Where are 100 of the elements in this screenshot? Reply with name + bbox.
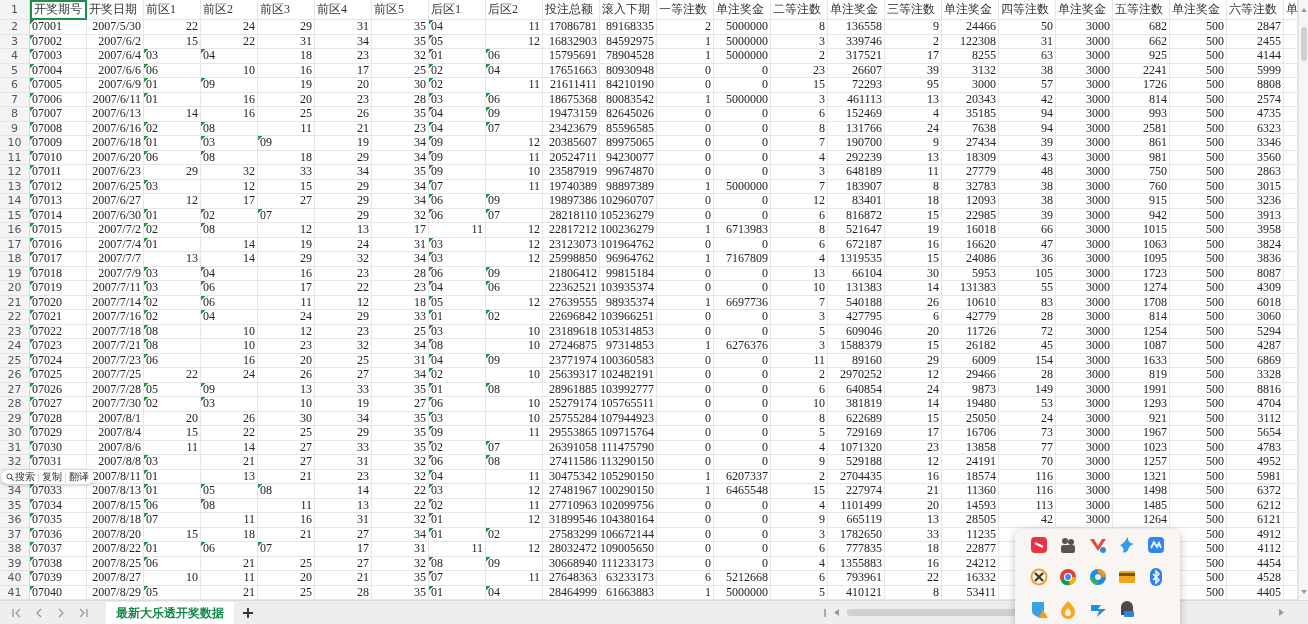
table-cell: 24	[999, 411, 1056, 426]
table-cell: 19	[258, 78, 315, 93]
table-cell: 3000	[1056, 266, 1113, 281]
table-cell: 05	[429, 295, 486, 310]
row-number: 1	[0, 0, 30, 20]
scroll-left-icon[interactable]	[834, 609, 839, 616]
splitter-handle[interactable]	[824, 608, 826, 617]
table-cell: 07037	[30, 542, 87, 557]
table-cell: 22985	[942, 208, 999, 223]
table-cell: 2241	[1113, 63, 1170, 78]
table-cell: 34	[372, 150, 429, 165]
row-number: 24	[0, 339, 30, 354]
scroll-down-icon[interactable]	[1301, 590, 1307, 594]
table-cell: 02	[201, 208, 258, 223]
table-cell: 38	[999, 179, 1056, 194]
wave-icon[interactable]	[1146, 535, 1166, 555]
ring-icon[interactable]	[1058, 567, 1079, 587]
table-cell: 100360583	[600, 353, 657, 368]
shield-warning-icon[interactable]	[1029, 599, 1049, 619]
scroll-up-icon[interactable]	[1301, 8, 1307, 12]
table-cell: 2007/6/30	[87, 208, 144, 223]
table-cell: 14	[315, 484, 372, 499]
first-sheet-icon[interactable]	[12, 607, 22, 618]
table-cell: 19	[315, 397, 372, 412]
table-cell: 640854	[828, 382, 885, 397]
table-cell: 2704435	[828, 469, 885, 484]
table-cell: 07	[258, 208, 315, 223]
table-cell: 32	[372, 469, 429, 484]
square-icon[interactable]	[1029, 535, 1049, 555]
table-cell: 08	[429, 339, 486, 354]
table-cell: 07017	[30, 252, 87, 267]
table-cell: 0	[714, 78, 771, 93]
table-cell: 1	[657, 179, 714, 194]
table-cell: 15	[144, 527, 201, 542]
table-cell: 12	[315, 295, 372, 310]
table-cell: 2007/7/21	[87, 339, 144, 354]
table-cell: 26	[258, 368, 315, 383]
table-cell: 03	[144, 49, 201, 64]
menu-item[interactable]: 复制	[38, 471, 65, 483]
table-cell: 1015	[1113, 223, 1170, 238]
add-sheet-icon[interactable]	[242, 606, 254, 619]
table-cell: 28505	[942, 513, 999, 528]
last-sheet-icon[interactable]	[78, 607, 88, 618]
menu-item[interactable]: 搜索	[3, 471, 38, 483]
swirl-icon[interactable]	[1087, 567, 1108, 587]
table-cell: 8	[771, 121, 828, 136]
row-number: 36	[0, 513, 30, 528]
table-cell: 540188	[828, 295, 885, 310]
table-cell: 10	[771, 397, 828, 412]
scrollbar-thumb[interactable]	[1301, 27, 1307, 61]
table-cell: 16	[258, 266, 315, 281]
table-cell: 3000	[1056, 455, 1113, 470]
table-cell: 38	[999, 194, 1056, 209]
table-cell: 2007/6/18	[87, 136, 144, 151]
table-cell: 4912	[1227, 527, 1284, 542]
table-cell: 10	[486, 339, 543, 354]
table-cell: 02	[486, 310, 543, 325]
table-cell: 6009	[942, 353, 999, 368]
table-cell: 500	[1170, 455, 1227, 470]
table-cell: 2007/6/20	[87, 150, 144, 165]
table-cell: 21	[315, 571, 372, 586]
table-cell: 21	[258, 469, 315, 484]
table-cell: 78904528	[600, 49, 657, 64]
table-cell: 136558	[828, 20, 885, 35]
table-cell: 2007/8/15	[87, 498, 144, 513]
table-cell: 0	[657, 121, 714, 136]
table-cell: 2007/8/18	[87, 513, 144, 528]
table-cell: 04	[429, 281, 486, 296]
previous-sheet-icon[interactable]	[34, 607, 44, 618]
table-cell: 0	[657, 281, 714, 296]
table-cell: 122308	[942, 34, 999, 49]
vertical-scrollbar[interactable]	[1298, 0, 1308, 600]
table-cell: 94	[999, 107, 1056, 122]
table-cell: 06	[144, 63, 201, 78]
table-cell: 3000	[1056, 107, 1113, 122]
table-cell: 9	[771, 513, 828, 528]
table-cell: 16706	[942, 426, 999, 441]
table-cell: 39	[999, 136, 1056, 151]
table-cell: 08	[201, 223, 258, 238]
table-cell: 82645026	[600, 107, 657, 122]
table-cell: 3000	[1056, 440, 1113, 455]
menu-item[interactable]: 翻译	[65, 471, 92, 483]
table-cell: 01	[429, 49, 486, 64]
table-cell: 15	[885, 339, 942, 354]
table-cell: 22817212	[543, 223, 600, 238]
table-cell: 11	[885, 165, 942, 180]
table-cell: 2007/6/27	[87, 194, 144, 209]
table-cell: 28032472	[543, 542, 600, 557]
table-cell: 07025	[30, 368, 87, 383]
scroll-right-icon[interactable]	[1279, 609, 1284, 616]
table-cell: 23	[315, 49, 372, 64]
next-sheet-icon[interactable]	[56, 607, 66, 618]
table-cell: 31	[372, 353, 429, 368]
table-cell: 32	[315, 339, 372, 354]
sheet-tab[interactable]: 最新大乐透开奖数据	[106, 601, 234, 624]
column-header: 单注奖金	[714, 0, 771, 20]
table-cell: 13	[315, 223, 372, 238]
ball-icon[interactable]	[1029, 567, 1049, 587]
table-cell: 1023	[1113, 440, 1170, 455]
table-cell: 103992777	[600, 382, 657, 397]
